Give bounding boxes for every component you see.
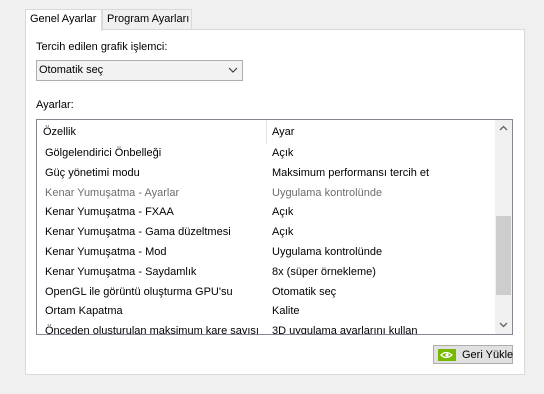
tab-program-settings[interactable]: Program Ayarları <box>102 9 192 29</box>
setting-cell: Uygulama kontrolünde <box>272 186 383 199</box>
feature-cell: Önceden oluşturulan maksimum kare sayısı <box>45 325 259 335</box>
scroll-down-button[interactable] <box>495 317 512 334</box>
setting-cell: 8x (süper örnekleme) <box>272 265 376 278</box>
settings-label: Ayarlar: <box>36 99 74 111</box>
table-row[interactable]: Kenar Yumuşatma - Mod Uygulama kontrolün… <box>37 243 493 263</box>
table-row[interactable]: Kenar Yumuşatma - Ayarlar Uygulama kontr… <box>37 184 493 204</box>
feature-cell: Kenar Yumuşatma - Mod <box>45 245 167 258</box>
chevron-up-icon <box>499 125 508 131</box>
general-settings-panel: Tercih edilen grafik işlemci: Otomatik s… <box>25 29 525 375</box>
table-row[interactable]: Kenar Yumuşatma - Gama düzeltmesi Açık <box>37 223 493 243</box>
scrollbar-thumb[interactable] <box>496 216 511 295</box>
column-header-setting[interactable]: Ayar <box>272 126 294 138</box>
settings-rows: Gölgelendirici Önbelleği Açık Güç yöneti… <box>37 144 493 335</box>
table-row[interactable]: Kenar Yumuşatma - Saydamlık 8x (süper ör… <box>37 263 493 283</box>
setting-cell: Açık <box>272 226 294 239</box>
feature-cell: Kenar Yumuşatma - Saydamlık <box>45 265 197 278</box>
nvidia-logo-icon <box>438 349 456 361</box>
graphics-processor-selected-value: Otomatik seç <box>39 64 104 76</box>
chevron-down-icon <box>228 67 238 73</box>
table-row[interactable]: Gölgelendirici Önbelleği Açık <box>37 144 493 164</box>
feature-cell: Güç yönetimi modu <box>45 166 140 179</box>
setting-cell: Uygulama kontrolünde <box>272 245 383 258</box>
feature-cell: Gölgelendirici Önbelleği <box>45 147 162 159</box>
feature-cell: Kenar Yumuşatma - Gama düzeltmesi <box>45 226 231 239</box>
setting-cell: Açık <box>272 147 294 159</box>
feature-cell: Kenar Yumuşatma - FXAA <box>45 206 174 219</box>
setting-cell: 3D uygulama ayarlarını kullan <box>272 325 418 335</box>
setting-cell: Açık <box>272 206 294 219</box>
table-row[interactable]: OpenGL ile görüntü oluşturma GPU'su Otom… <box>37 283 493 303</box>
tab-program-settings-label: Program Ayarları <box>107 13 190 25</box>
setting-cell: Otomatik seç <box>272 285 337 298</box>
feature-cell: Kenar Yumuşatma - Ayarlar <box>45 186 180 199</box>
feature-cell: Ortam Kapatma <box>45 305 123 318</box>
table-row[interactable]: Güç yönetimi modu Maksimum performansı t… <box>37 164 493 184</box>
table-row[interactable]: Önceden oluşturulan maksimum kare sayısı… <box>37 322 493 335</box>
column-header-feature[interactable]: Özellik <box>43 126 76 138</box>
restore-button[interactable]: Geri Yükle <box>433 345 513 364</box>
table-row[interactable]: Ortam Kapatma Kalite <box>37 302 493 322</box>
graphics-processor-label: Tercih edilen grafik işlemci: <box>36 41 168 53</box>
column-divider[interactable] <box>266 120 267 144</box>
graphics-processor-dropdown[interactable]: Otomatik seç <box>36 60 243 81</box>
chevron-down-icon <box>499 322 508 328</box>
tab-general-settings-label: Genel Ayarlar <box>30 13 97 25</box>
restore-button-label: Geri Yükle <box>462 349 514 361</box>
setting-cell: Maksimum performansı tercih et <box>272 166 430 179</box>
settings-list-header: Özellik Ayar <box>37 120 493 144</box>
scroll-up-button[interactable] <box>495 120 512 137</box>
vertical-scrollbar[interactable] <box>495 120 512 334</box>
setting-cell: Kalite <box>272 305 300 318</box>
tab-general-settings[interactable]: Genel Ayarlar <box>25 9 102 31</box>
settings-list[interactable]: Özellik Ayar Gölgelendirici Önbelleği Aç… <box>36 119 513 335</box>
feature-cell: OpenGL ile görüntü oluşturma GPU'su <box>45 285 233 298</box>
table-row[interactable]: Kenar Yumuşatma - FXAA Açık <box>37 203 493 223</box>
